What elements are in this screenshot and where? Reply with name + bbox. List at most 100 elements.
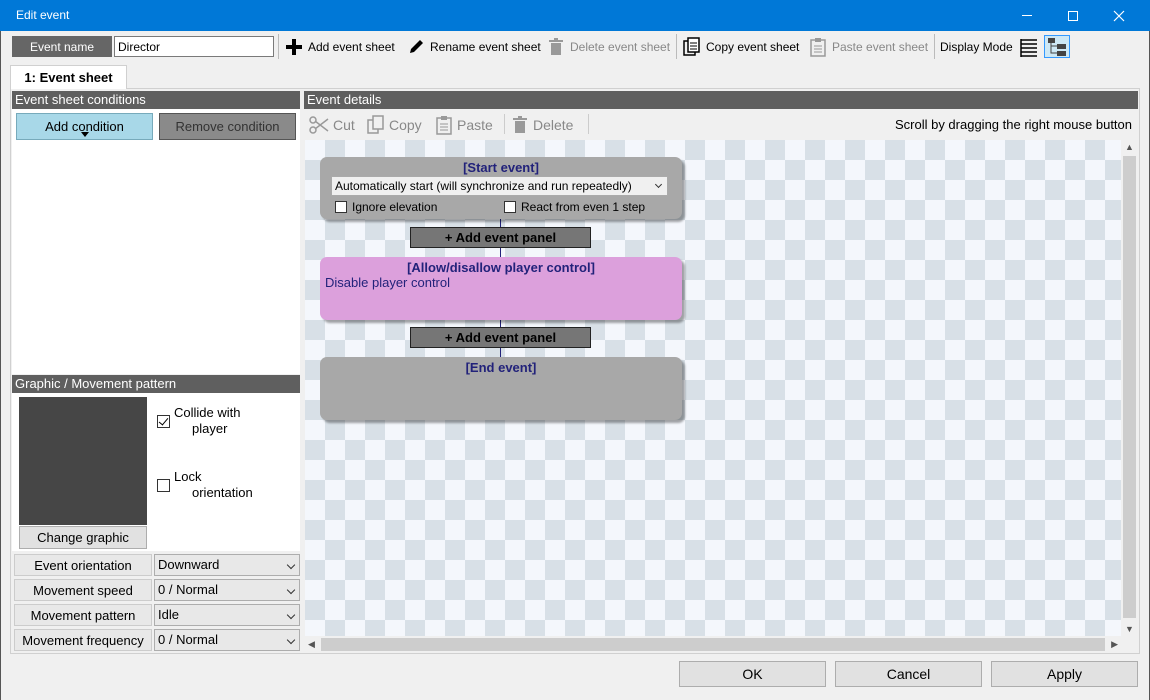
cut-button[interactable]: Cut [308,115,355,135]
add-condition-button[interactable]: Add condition [16,113,153,140]
paste-label: Paste [457,117,493,133]
start-trigger-value: Automatically start (will synchronize an… [335,179,632,193]
flowchart-icon [1048,37,1066,56]
remove-condition-button[interactable]: Remove condition [159,113,296,140]
movement-speed-value: 0 / Normal [158,582,218,597]
start-trigger-select[interactable]: Automatically start (will synchronize an… [331,176,668,196]
copy-label: Copy [389,117,422,133]
chevron-down-icon [286,560,296,570]
add-event-panel-button[interactable]: + Add event panel [410,227,591,248]
clipboard-icon [436,116,452,135]
movement-speed-label: Movement speed [14,579,152,601]
toolbar-divider [588,114,589,134]
event-orientation-select[interactable]: Downward [154,554,300,576]
collide-label-line1: Collide with [174,405,241,420]
movement-frequency-label: Movement frequency [14,629,152,651]
chevron-down-icon [286,635,296,645]
movement-pattern-label: Movement pattern [14,604,152,626]
horizontal-scrollbar[interactable]: ◀ ▶ [305,636,1121,653]
scroll-down-icon[interactable]: ▼ [1125,624,1134,634]
plus-icon [286,38,302,55]
allow-panel-title: [Allow/disallow player control] [407,260,595,275]
graphic-header: Graphic / Movement pattern [12,375,300,393]
react-step-checkbox[interactable] [504,201,516,213]
delete-event-sheet-button[interactable]: Delete event sheet [546,35,670,58]
flowchart-view-button[interactable] [1044,35,1070,58]
movement-frequency-value: 0 / Normal [158,632,218,647]
flow-connector [500,348,501,357]
trash-icon [549,37,563,55]
collide-label-line2: player [192,421,228,436]
display-mode-label: Display Mode [940,39,1013,54]
scissors-icon [309,116,329,134]
pencil-icon [410,39,423,53]
add-event-sheet-label: Add event sheet [308,39,395,54]
copy-event-sheet-label: Copy event sheet [706,39,800,54]
maximize-button[interactable] [1050,0,1096,31]
list-icon [1020,38,1037,57]
conditions-header: Event sheet conditions [12,91,300,109]
event-orientation-label: Event orientation [14,554,152,576]
copy-button[interactable]: Copy [366,115,422,135]
event-name-label: Event name [12,36,112,57]
flow-connector [500,320,501,327]
add-event-sheet-button[interactable]: Add event sheet [284,35,395,58]
close-button[interactable] [1096,0,1142,31]
scroll-hint: Scroll by dragging the right mouse butto… [894,117,1132,132]
allow-panel-description: Disable player control [325,275,451,290]
graphic-preview[interactable] [19,397,147,525]
list-view-button[interactable] [1018,35,1044,58]
close-icon [1113,10,1125,21]
scroll-right-icon[interactable]: ▶ [1111,639,1118,650]
flow-connector [500,248,501,257]
paste-event-sheet-label: Paste event sheet [832,39,929,54]
rename-event-sheet-label: Rename event sheet [430,39,541,54]
toolbar-divider [676,34,677,59]
cancel-button[interactable]: Cancel [835,661,982,687]
delete-label: Delete [533,117,574,133]
conditions-list[interactable] [12,109,300,374]
chevron-down-icon [286,610,296,620]
collide-with-player-checkbox[interactable] [157,415,170,428]
movement-frequency-select[interactable]: 0 / Normal [154,629,300,651]
movement-speed-select[interactable]: 0 / Normal [154,579,300,601]
minimize-icon [1022,15,1032,16]
ok-button[interactable]: OK [679,661,826,687]
flow-connector [500,219,501,227]
event-orientation-value: Downward [158,557,220,572]
movement-pattern-value: Idle [158,607,179,622]
tab-event-sheet[interactable]: 1: Event sheet [10,65,127,89]
rename-event-sheet-button[interactable]: Rename event sheet [406,35,541,58]
delete-event-sheet-label: Delete event sheet [570,39,671,54]
change-graphic-button[interactable]: Change graphic [19,526,147,549]
lock-orientation-checkbox[interactable] [157,479,170,492]
vertical-scroll-thumb[interactable] [1123,156,1136,618]
title-bar: Edit event [0,0,1150,31]
lock-orientation-label: Lock orientation [174,469,253,501]
lock-label-line1: Lock [174,469,202,484]
toolbar-divider [934,34,935,59]
copy-event-sheet-button[interactable]: Copy event sheet [682,35,799,58]
minimize-button[interactable] [1004,0,1050,31]
start-event-title: [Start event] [463,160,539,175]
collide-with-player-label: Collide with player [174,405,240,437]
vertical-scrollbar[interactable]: ▲ ▼ [1121,140,1138,636]
cut-label: Cut [333,117,355,133]
event-name-input[interactable] [114,36,274,57]
movement-pattern-select[interactable]: Idle [154,604,300,626]
apply-button[interactable]: Apply [991,661,1138,687]
lock-label-line2: orientation [192,485,253,500]
ignore-elevation-checkbox[interactable] [335,201,347,213]
paste-button[interactable]: Paste [434,115,493,135]
scroll-up-icon[interactable]: ▲ [1125,142,1134,152]
paste-event-sheet-button[interactable]: Paste event sheet [808,35,928,58]
scroll-left-icon[interactable]: ◀ [308,639,315,650]
clipboard-icon [810,37,826,57]
window-title: Edit event [16,8,70,22]
end-event-title: [End event] [465,360,537,375]
delete-button[interactable]: Delete [510,115,573,135]
toolbar-divider [504,114,505,134]
end-event-panel[interactable]: [End event] [320,357,682,420]
add-event-panel-button[interactable]: + Add event panel [410,327,591,348]
horizontal-scroll-thumb[interactable] [321,638,1105,651]
